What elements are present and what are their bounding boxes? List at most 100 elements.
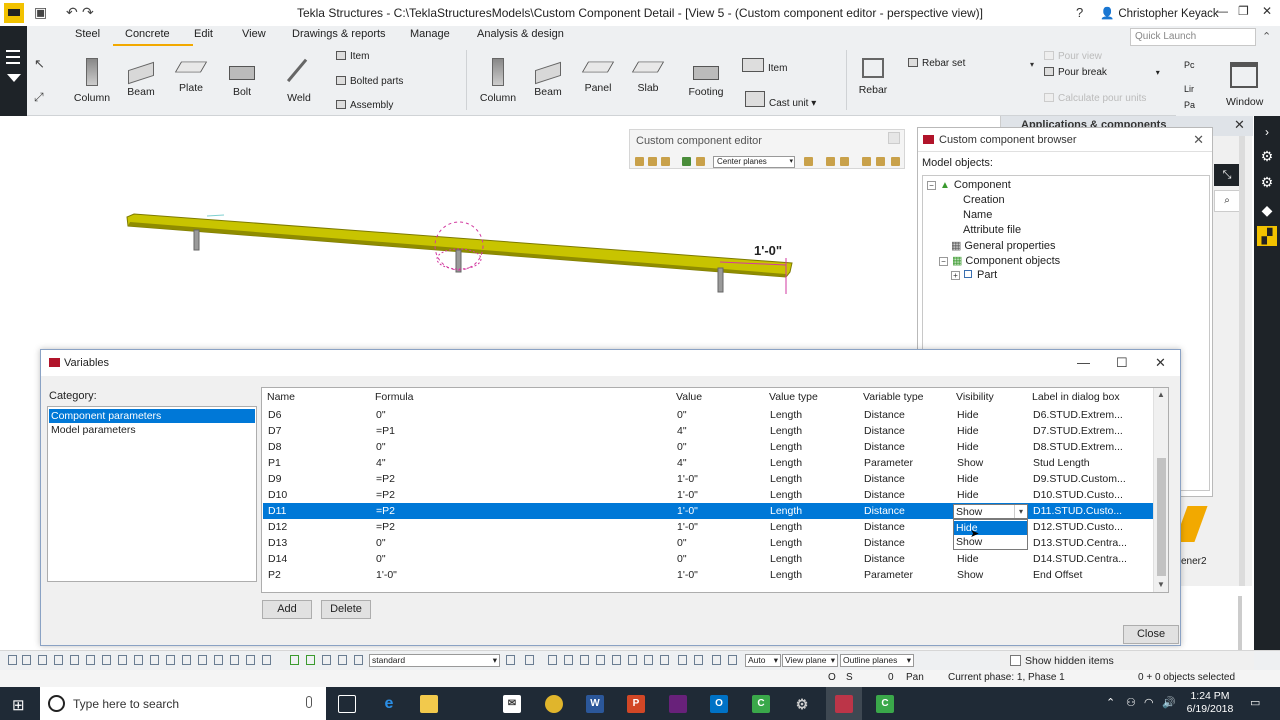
assembly-button[interactable]: Assembly — [336, 100, 393, 111]
select-grids-icon[interactable] — [150, 655, 159, 665]
cell-name[interactable]: D7 — [268, 425, 368, 437]
taskbar-clock[interactable]: 1:24 PM 6/19/2018 — [1180, 690, 1240, 716]
cce-tool-icon-6[interactable] — [804, 157, 813, 166]
settings-gear-icon[interactable]: ⚙ — [793, 695, 811, 713]
tools-icon[interactable]: ⚙ — [1257, 146, 1277, 166]
select-views-icon[interactable] — [102, 655, 111, 665]
select-objects-icon[interactable] — [230, 655, 239, 665]
select-assemblies-icon[interactable] — [214, 655, 223, 665]
cell-value-type[interactable]: Length — [770, 553, 858, 565]
tree-node-name[interactable]: Name — [963, 209, 992, 221]
cell-value[interactable]: 0" — [677, 441, 765, 453]
tree-node-attribute-file[interactable]: Attribute file — [963, 224, 1021, 236]
visibility-combobox[interactable]: Show ▾ — [953, 504, 1028, 519]
wifi-icon[interactable]: ◠ — [1144, 696, 1154, 709]
standard-select[interactable]: standard ▾ — [369, 654, 500, 667]
cell-formula[interactable]: =P2 — [376, 505, 666, 517]
user-account[interactable]: 👤 Christopher Keyack — [1100, 6, 1219, 20]
select-distance-icon[interactable] — [182, 655, 191, 665]
recorder-icon[interactable]: C — [876, 695, 894, 713]
tab-steel[interactable]: Steel — [75, 28, 100, 40]
footing-button[interactable]: Footing — [678, 58, 734, 98]
cell-variable-type[interactable]: Distance — [864, 489, 952, 501]
category-component-parameters[interactable]: Component parameters — [49, 409, 255, 423]
cell-visibility[interactable]: Hide — [957, 425, 1027, 437]
variables-close-button[interactable]: ✕ — [1155, 355, 1166, 371]
tab-drawings-reports[interactable]: Drawings & reports — [292, 28, 386, 40]
concrete-column-button[interactable]: Column — [470, 58, 526, 104]
microphone-icon[interactable] — [306, 696, 312, 708]
applications-components-icon[interactable]: ▞ — [1257, 226, 1277, 246]
rebar-button[interactable]: Rebar — [845, 58, 901, 96]
rebar-set-dropdown-icon[interactable]: ▾ — [1030, 60, 1034, 69]
select-pointer-icon[interactable]: ↖ — [34, 56, 45, 72]
cce-tool-icon-7[interactable] — [826, 157, 835, 166]
collapse-icon[interactable]: − — [939, 257, 948, 266]
steel-item-button[interactable]: Item — [336, 51, 369, 62]
tree-node-component-objects[interactable]: − ▦ Component objects — [939, 254, 1060, 267]
select-rebars-icon[interactable] — [134, 655, 143, 665]
cell-variable-type[interactable]: Parameter — [864, 569, 952, 581]
table-row[interactable]: D7 =P1 4" Length Distance Hide D7.STUD.Extrem.… — [263, 423, 1159, 439]
tree-node-creation[interactable]: Creation — [963, 194, 1005, 206]
outlook-icon[interactable]: O — [710, 695, 728, 713]
rebar-set-button[interactable]: Rebar set — [908, 58, 965, 69]
show-hidden-items-checkbox[interactable] — [1010, 655, 1021, 666]
column-header-name[interactable]: Name — [267, 391, 295, 403]
select-parts-icon[interactable] — [22, 655, 31, 665]
cell-value[interactable]: 1'-0" — [677, 569, 765, 581]
shrink-icon[interactable]: ⤡ — [1214, 164, 1240, 186]
cell-value[interactable]: 0" — [677, 409, 765, 421]
edge-icon[interactable]: e — [380, 695, 398, 713]
concrete-beam-button[interactable]: Beam — [520, 58, 576, 98]
tekla-logo-icon[interactable] — [4, 3, 24, 23]
steel-beam-button[interactable]: Beam — [113, 58, 169, 98]
visual-studio-icon[interactable] — [669, 695, 687, 713]
cell-value[interactable]: 0" — [677, 553, 765, 565]
applications-close-icon[interactable]: ✕ — [1234, 117, 1245, 133]
scroll-down-icon[interactable]: ▼ — [1157, 580, 1165, 589]
delete-button[interactable]: Delete — [321, 600, 371, 619]
snap-nearest-icon[interactable] — [322, 655, 331, 665]
cce-tool-icon-8[interactable] — [840, 157, 849, 166]
view-plane-select[interactable]: View plane ▾ — [782, 654, 838, 667]
panel-button[interactable]: Panel — [570, 58, 626, 94]
cce-tool-icon-11[interactable] — [891, 157, 900, 166]
cell-label[interactable]: D6.STUD.Extrem... — [1033, 409, 1151, 421]
cell-name[interactable]: D8 — [268, 441, 368, 453]
snap-midpoint-icon[interactable] — [564, 655, 573, 665]
cell-value-type[interactable]: Length — [770, 457, 858, 469]
snap-line-extension-icon[interactable] — [644, 655, 653, 665]
cell-visibility[interactable]: Show — [957, 569, 1027, 581]
collapse-icon[interactable] — [7, 74, 21, 82]
cell-formula[interactable]: =P2 — [376, 521, 666, 533]
expand-arrow-icon[interactable]: › — [1257, 122, 1277, 142]
right-cut-item-2[interactable]: Lir — [1184, 84, 1194, 94]
restore-button[interactable]: ❐ — [1238, 4, 1249, 18]
cell-visibility[interactable]: Hide — [957, 473, 1027, 485]
cell-label[interactable]: Stud Length — [1033, 457, 1151, 469]
cell-formula[interactable]: 0" — [376, 553, 666, 565]
expand-icon[interactable]: + — [951, 271, 960, 280]
cell-name[interactable]: D12 — [268, 521, 368, 533]
collapse-icon[interactable]: − — [927, 181, 936, 190]
cell-value-type[interactable]: Length — [770, 537, 858, 549]
chevron-down-icon[interactable]: ▾ — [1014, 505, 1027, 518]
tab-concrete[interactable]: Concrete — [125, 28, 170, 40]
column-header-variable-type[interactable]: Variable type — [863, 391, 924, 403]
cell-value[interactable]: 4" — [677, 425, 765, 437]
settings-icon[interactable]: ⚙ — [1257, 172, 1277, 192]
tab-edit[interactable]: Edit — [194, 28, 213, 40]
cell-variable-type[interactable]: Distance — [864, 521, 952, 533]
cell-value-type[interactable]: Length — [770, 409, 858, 421]
snap-override-icon[interactable] — [678, 655, 687, 665]
snap-extension-icon[interactable] — [612, 655, 621, 665]
select-surfaces-icon[interactable] — [262, 655, 271, 665]
snap-intersection-icon[interactable] — [580, 655, 589, 665]
table-row[interactable]: P2 1'-0" 1'-0" Length Parameter Show End Offse… — [263, 567, 1159, 583]
variables-maximize-button[interactable]: ☐ — [1116, 355, 1128, 371]
word-icon[interactable]: W — [586, 695, 604, 713]
status-snap[interactable]: S — [846, 672, 853, 683]
cell-value[interactable]: 1'-0" — [677, 489, 765, 501]
cell-name[interactable]: D6 — [268, 409, 368, 421]
